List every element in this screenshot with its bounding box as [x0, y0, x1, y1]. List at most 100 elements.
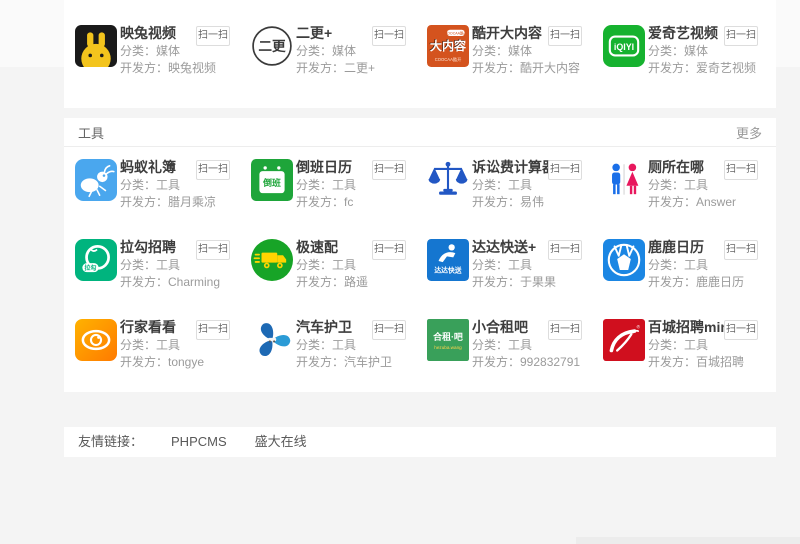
app-developer: 开发方：腊月乘凉	[120, 196, 216, 209]
section-title: 工具	[78, 123, 104, 142]
app-developer: 开发方：酷开大内容	[472, 62, 580, 75]
svg-text:二更: 二更	[258, 39, 286, 54]
friend-links-bar: 友情链接：PHPCMS盛大在线	[64, 427, 776, 457]
horse-icon: ®	[603, 319, 645, 361]
app-category: 分类：工具	[120, 339, 204, 352]
svg-text:COOCAA酷开: COOCAA酷开	[445, 30, 468, 35]
app-category: 分类：工具	[120, 179, 216, 192]
app-card: 拉勾 拉勾招聘 分类：工具 开发方：Charming 扫一扫	[75, 239, 251, 319]
scale-icon	[427, 159, 469, 201]
app-info: 极速配 分类：工具 开发方：路遥	[296, 239, 368, 289]
app-card: 汽车护卫 分类：工具 开发方：汽车护卫 扫一扫	[251, 319, 427, 399]
ergeng-logo-icon: 二更	[251, 25, 293, 67]
deer-icon	[603, 239, 645, 281]
scan-button[interactable]: 扫一扫	[372, 320, 406, 340]
app-card: 厕所在哪 分类：工具 开发方：Answer 扫一扫	[603, 159, 779, 239]
svg-text:hezuba.wang: hezuba.wang	[434, 345, 462, 350]
scan-button[interactable]: 扫一扫	[724, 26, 758, 46]
tools-section: 工具 更多 蚂蚁礼簿 分类：工具 开发方：腊月乘凉 扫一扫 倒班 倒班日历 分类…	[64, 118, 776, 392]
scan-button[interactable]: 扫一扫	[548, 26, 582, 46]
app-title[interactable]: 诉讼费计算器	[472, 159, 556, 175]
app-title[interactable]: 极速配	[296, 239, 368, 255]
scan-button[interactable]: 扫一扫	[548, 320, 582, 340]
app-card: 极速配 分类：工具 开发方：路遥 扫一扫	[251, 239, 427, 319]
app-title[interactable]: 行家看看	[120, 319, 204, 335]
app-card: ® 百城招聘min 分类：工具 开发方：百城招聘 扫一扫	[603, 319, 779, 399]
app-info: 达达快送+ 分类：工具 开发方：于果果	[472, 239, 556, 289]
app-developer: 开发方：fc	[296, 196, 356, 209]
app-title[interactable]: 倒班日历	[296, 159, 356, 175]
svg-text:®: ®	[637, 323, 641, 330]
app-category: 分类：工具	[296, 339, 392, 352]
scan-button[interactable]: 扫一扫	[724, 320, 758, 340]
scan-button[interactable]: 扫一扫	[724, 240, 758, 260]
calendar-icon: 倒班	[251, 159, 293, 201]
svg-text:大内容: 大内容	[430, 38, 466, 53]
eye-icon	[75, 319, 117, 361]
app-card: 鹿鹿日历 分类：工具 开发方：鹿鹿日历 扫一扫	[603, 239, 779, 319]
app-info: 行家看看 分类：工具 开发方：tongye	[120, 319, 204, 369]
friend-link-phpcms[interactable]: PHPCMS	[171, 434, 227, 449]
app-title[interactable]: 厕所在哪	[648, 159, 736, 175]
media-section: 映兔视频 分类：媒体 开发方：映兔视频 扫一扫 二更 二更+ 分类：媒体 开发方…	[64, 0, 776, 108]
more-link[interactable]: 更多	[736, 123, 762, 142]
coocaa-icon: COOCAA酷开大内容大内容COOCAA酷开	[427, 25, 469, 67]
app-developer: 开发方：鹿鹿日历	[648, 276, 744, 289]
app-category: 分类：媒体	[296, 45, 375, 58]
app-developer: 开发方：汽车护卫	[296, 356, 392, 369]
scan-button[interactable]: 扫一扫	[196, 240, 230, 260]
scan-button[interactable]: 扫一扫	[372, 26, 406, 46]
app-category: 分类：工具	[472, 339, 580, 352]
app-card: 映兔视频 分类：媒体 开发方：映兔视频 扫一扫	[75, 25, 251, 105]
app-card: 行家看看 分类：工具 开发方：tongye 扫一扫	[75, 319, 251, 399]
scan-button[interactable]: 扫一扫	[548, 160, 582, 180]
media-card-grid: 映兔视频 分类：媒体 开发方：映兔视频 扫一扫 二更 二更+ 分类：媒体 开发方…	[64, 0, 776, 105]
app-category: 分类：媒体	[472, 45, 580, 58]
app-card: 诉讼费计算器 分类：工具 开发方：易伟 扫一扫	[427, 159, 603, 239]
iqiyi-icon: iQIYI	[603, 25, 645, 67]
svg-text:合租·吧: 合租·吧	[433, 331, 463, 342]
app-category: 分类：工具	[648, 179, 736, 192]
restroom-icon	[603, 159, 645, 201]
scan-button[interactable]: 扫一扫	[548, 240, 582, 260]
app-category: 分类：工具	[472, 179, 556, 192]
scan-button[interactable]: 扫一扫	[196, 26, 230, 46]
svg-text:达达快送: 达达快送	[434, 266, 461, 275]
app-developer: 开发方：映兔视频	[120, 62, 216, 75]
app-category: 分类：工具	[120, 259, 220, 272]
truck-icon	[251, 239, 293, 281]
svg-text:拉勾: 拉勾	[84, 264, 96, 272]
app-developer: 开发方：路遥	[296, 276, 368, 289]
svg-text:倒班: 倒班	[262, 177, 281, 188]
app-developer: 开发方：二更+	[296, 62, 375, 75]
friend-link-shengda[interactable]: 盛大在线	[255, 434, 307, 449]
tools-section-header: 工具 更多	[64, 118, 776, 147]
app-developer: 开发方：Answer	[648, 196, 736, 209]
lagou-icon: 拉勾	[75, 239, 117, 281]
scan-button[interactable]: 扫一扫	[724, 160, 758, 180]
tools-card-grid: 蚂蚁礼簿 分类：工具 开发方：腊月乘凉 扫一扫 倒班 倒班日历 分类：工具 开发…	[64, 147, 776, 399]
app-card: 蚂蚁礼簿 分类：工具 开发方：腊月乘凉 扫一扫	[75, 159, 251, 239]
app-title[interactable]: 二更+	[296, 25, 375, 41]
scan-button[interactable]: 扫一扫	[372, 240, 406, 260]
app-category: 分类：工具	[648, 339, 744, 352]
app-developer: 开发方：百城招聘	[648, 356, 744, 369]
app-category: 分类：媒体	[120, 45, 216, 58]
app-info: 倒班日历 分类：工具 开发方：fc	[296, 159, 356, 209]
app-category: 分类：媒体	[648, 45, 756, 58]
app-category: 分类：工具	[472, 259, 556, 272]
pinwheel-icon	[251, 319, 293, 361]
hezuba-icon: 合租·吧 hezuba.wang	[427, 319, 469, 361]
app-title[interactable]: 达达快送+	[472, 239, 556, 255]
app-category: 分类：工具	[296, 259, 368, 272]
bottom-edge-strip	[576, 537, 800, 544]
app-info: 诉讼费计算器 分类：工具 开发方：易伟	[472, 159, 556, 209]
scan-button[interactable]: 扫一扫	[196, 160, 230, 180]
app-developer: 开发方：易伟	[472, 196, 556, 209]
app-card: 达达快送 达达快送+ 分类：工具 开发方：于果果 扫一扫	[427, 239, 603, 319]
app-info: 厕所在哪 分类：工具 开发方：Answer	[648, 159, 736, 209]
scan-button[interactable]: 扫一扫	[372, 160, 406, 180]
app-card: iQIYI 爱奇艺视频 分类：媒体 开发方：爱奇艺视频 扫一扫	[603, 25, 779, 105]
app-developer: 开发方：于果果	[472, 276, 556, 289]
scan-button[interactable]: 扫一扫	[196, 320, 230, 340]
